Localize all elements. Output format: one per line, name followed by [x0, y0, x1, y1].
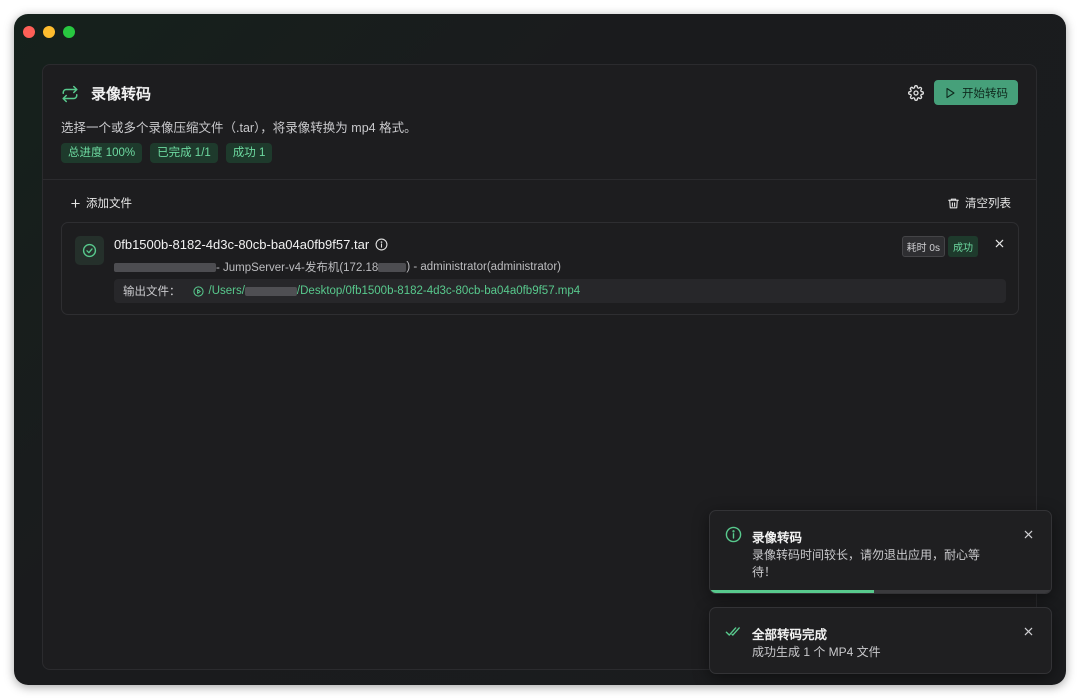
file-meta-host: - JumpServer-v4-发布机(172.18 [216, 262, 379, 274]
clear-list-button[interactable]: 清空列表 [947, 195, 1011, 211]
completed-badge: 已完成 1/1 [150, 143, 218, 163]
output-file-label: 输出文件： [123, 286, 181, 298]
play-circle-icon [192, 285, 204, 297]
page-description: 选择一个或多个录像压缩文件（.tar），将录像转换为 mp4 格式。 [61, 121, 417, 135]
progress-badge: 总进度 100% [61, 143, 143, 163]
info-icon [725, 526, 742, 543]
info-icon[interactable] [375, 238, 388, 251]
redacted-text [114, 262, 216, 272]
toast-progress-track [710, 590, 1051, 593]
output-file-path: /Users/ /Desktop/0fb1500b-8182-4d3c-80cb… [209, 285, 581, 297]
summary-badges: 总进度 100% 已完成 1/1 成功 1 [61, 143, 273, 163]
close-icon[interactable] [994, 238, 1005, 249]
toast-progress-fill [710, 590, 874, 593]
file-toolbar: 添加文件 清空列表 [43, 191, 1036, 217]
check-circle-icon [82, 243, 97, 258]
gear-icon[interactable] [908, 85, 924, 101]
minimize-window-button[interactable] [43, 26, 55, 38]
title-row: 录像转码 [61, 83, 151, 104]
output-path-suffix: /Desktop/0fb1500b-8182-4d3c-80cb-ba04a0f… [296, 285, 581, 297]
start-button-label: 开始转码 [962, 87, 1008, 100]
clear-list-label: 清空列表 [965, 198, 1011, 210]
toast-message: 录像转码时间较长，请勿退出应用，耐心等待！ [752, 548, 981, 579]
close-icon[interactable] [1023, 529, 1034, 540]
file-status-icon-box [75, 236, 104, 265]
output-file-row: 输出文件： /Users/ /Desktop/0fb1500b-8182-4d3… [114, 279, 1006, 303]
page-title: 录像转码 [91, 86, 152, 103]
close-window-button[interactable] [23, 26, 35, 38]
repeat-icon [62, 85, 78, 102]
plus-icon [71, 198, 80, 208]
double-check-icon [725, 627, 740, 636]
trash-icon [948, 198, 959, 208]
add-file-label: 添加文件 [86, 198, 132, 210]
panel-header: 录像转码 选择一个或多个录像压缩文件（.tar），将录像转换为 mp4 格式。 … [43, 65, 1036, 180]
app-window: 录像转码 选择一个或多个录像压缩文件（.tar），将录像转换为 mp4 格式。 … [14, 14, 1066, 685]
file-list-item: 0fb1500b-8182-4d3c-80cb-ba04a0fb9f57.tar… [61, 222, 1019, 315]
output-file-link[interactable]: /Users/ /Desktop/0fb1500b-8182-4d3c-80cb… [192, 285, 581, 297]
play-icon [946, 87, 955, 98]
file-meta-user: ) - administrator(administrator) [406, 261, 561, 273]
transcode-complete-toast: 全部转码完成 成功生成 1 个 MP4 文件 [709, 607, 1052, 674]
toast-message: 成功生成 1 个 MP4 文件 [752, 645, 881, 659]
toast-title: 录像转码 [752, 531, 803, 545]
output-path-prefix: /Users/ [208, 285, 245, 297]
add-file-button[interactable]: 添加文件 [70, 195, 132, 211]
transcode-info-toast: 录像转码 录像转码时间较长，请勿退出应用，耐心等待！ [709, 510, 1052, 594]
file-name: 0fb1500b-8182-4d3c-80cb-ba04a0fb9f57.tar [114, 237, 370, 252]
elapsed-time-badge: 耗时 0s [901, 236, 945, 257]
status-badge: 成功 [948, 236, 978, 257]
file-name-row: 0fb1500b-8182-4d3c-80cb-ba04a0fb9f57.tar [114, 237, 388, 252]
start-transcode-button[interactable]: 开始转码 [934, 80, 1018, 105]
redacted-text [378, 262, 407, 272]
file-meta: - JumpServer-v4-发布机(172.18 ) - administr… [114, 259, 561, 275]
redacted-text [244, 286, 297, 296]
window-controls [23, 26, 75, 38]
zoom-window-button[interactable] [63, 26, 75, 38]
toast-title: 全部转码完成 [752, 628, 828, 642]
success-count-badge: 成功 1 [225, 143, 273, 163]
close-icon[interactable] [1023, 626, 1034, 637]
